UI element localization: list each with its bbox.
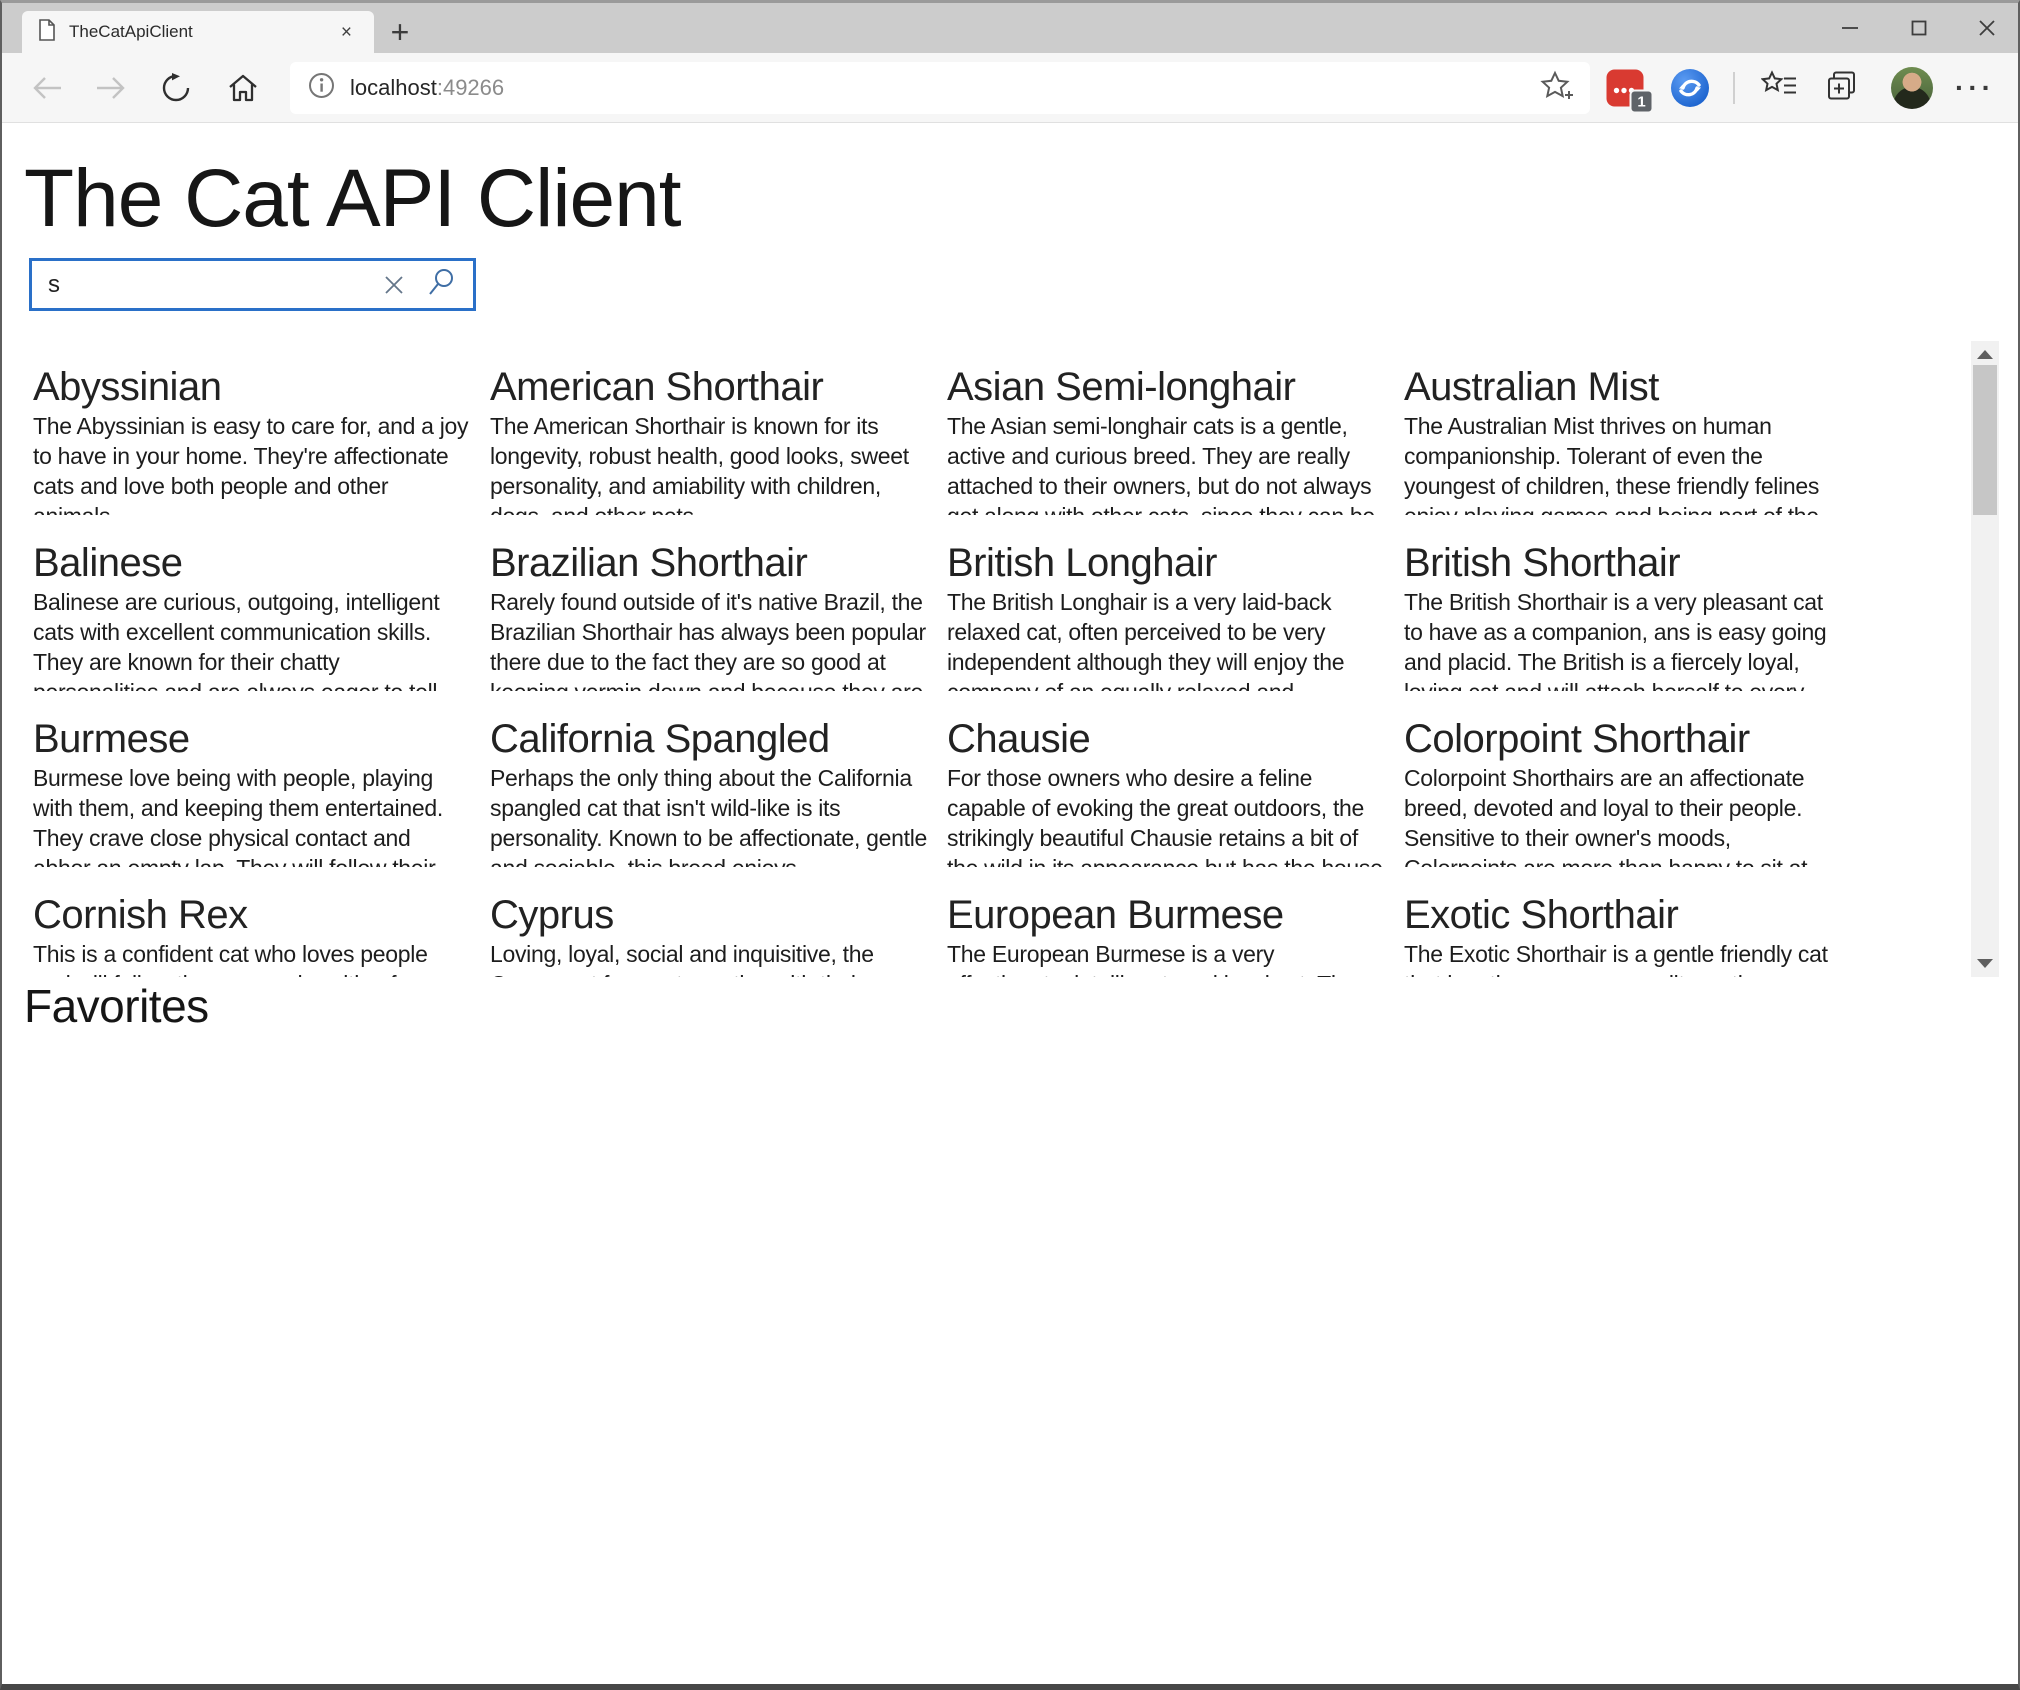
- url-text: localhost:49266: [350, 75, 1540, 101]
- tab-close-icon[interactable]: ×: [335, 21, 358, 44]
- breeds-panel: Abyssinian The Abyssinian is easy to car…: [33, 365, 1843, 977]
- breed-name: Abyssinian: [33, 365, 470, 409]
- breed-card[interactable]: Chausie For those owners who desire a fe…: [947, 717, 1384, 867]
- breed-description: The British Shorthair is a very pleasant…: [1404, 587, 1841, 691]
- window-close-icon: [1978, 19, 1996, 37]
- breed-name: Cyprus: [490, 893, 927, 937]
- browser-toolbar: localhost:49266 1 ···: [2, 53, 2018, 123]
- breed-description: For those owners who desire a feline cap…: [947, 763, 1384, 867]
- favorites-heading: Favorites: [24, 979, 209, 1033]
- breed-name: Australian Mist: [1404, 365, 1841, 409]
- breed-name: Burmese: [33, 717, 470, 761]
- breed-description: The Asian semi-longhair cats is a gentle…: [947, 411, 1384, 515]
- breed-description: The American Shorthair is known for its …: [490, 411, 927, 515]
- home-button[interactable]: [227, 72, 259, 104]
- breed-name: Exotic Shorthair: [1404, 893, 1841, 937]
- scroll-down-arrow-icon[interactable]: [1977, 959, 1993, 968]
- breed-description: Colorpoint Shorthairs are an affectionat…: [1404, 763, 1841, 867]
- minimize-icon: [1841, 19, 1859, 37]
- toolbar-separator: [1733, 72, 1735, 104]
- breed-name: British Shorthair: [1404, 541, 1841, 585]
- tab-title: TheCatApiClient: [69, 22, 322, 42]
- breed-name: American Shorthair: [490, 365, 927, 409]
- breeds-grid: Abyssinian The Abyssinian is easy to car…: [33, 365, 1843, 977]
- refresh-button[interactable]: [160, 72, 192, 104]
- breed-description: Balinese are curious, outgoing, intellig…: [33, 587, 470, 691]
- breed-card[interactable]: California Spangled Perhaps the only thi…: [490, 717, 927, 867]
- breed-description: The Abyssinian is easy to care for, and …: [33, 411, 470, 515]
- sync-extension-icon[interactable]: [1671, 69, 1709, 107]
- breed-card[interactable]: Balinese Balinese are curious, outgoing,…: [33, 541, 470, 691]
- extension-badge: 1: [1630, 90, 1654, 114]
- breed-description: Rarely found outside of it's native Braz…: [490, 587, 927, 691]
- clear-x-icon: [383, 274, 405, 296]
- breed-description: The Exotic Shorthair is a gentle friendl…: [1404, 939, 1841, 977]
- window-close-button[interactable]: [1957, 3, 2017, 53]
- breed-name: Cornish Rex: [33, 893, 470, 937]
- back-button[interactable]: [31, 74, 63, 102]
- breed-description: This is a confident cat who loves people…: [33, 939, 470, 977]
- maximize-icon: [1910, 19, 1928, 37]
- forward-arrow-icon: [95, 74, 127, 102]
- breed-name: California Spangled: [490, 717, 927, 761]
- forward-button[interactable]: [95, 74, 127, 102]
- breed-card[interactable]: Burmese Burmese love being with people, …: [33, 717, 470, 867]
- address-bar[interactable]: localhost:49266: [290, 62, 1590, 114]
- breed-card[interactable]: European Burmese The European Burmese is…: [947, 893, 1384, 977]
- new-tab-button[interactable]: +: [380, 13, 420, 51]
- breed-card[interactable]: Cornish Rex This is a confident cat who …: [33, 893, 470, 977]
- breed-name: European Burmese: [947, 893, 1384, 937]
- add-favorite-star-icon[interactable]: [1540, 70, 1574, 107]
- breed-card[interactable]: American Shorthair The American Shorthai…: [490, 365, 927, 515]
- breed-description: Burmese love being with people, playing …: [33, 763, 470, 867]
- breed-name: British Longhair: [947, 541, 1384, 585]
- breed-card[interactable]: Colorpoint Shorthair Colorpoint Shorthai…: [1404, 717, 1841, 867]
- breed-description: Perhaps the only thing about the Califor…: [490, 763, 927, 867]
- breed-card[interactable]: Exotic Shorthair The Exotic Shorthair is…: [1404, 893, 1841, 977]
- breed-card[interactable]: British Longhair The British Longhair is…: [947, 541, 1384, 691]
- breed-name: Asian Semi-longhair: [947, 365, 1384, 409]
- page-content: The Cat API Client Abyssinian The Abyssi…: [2, 124, 2018, 1684]
- browser-window: TheCatApiClient × + l: [0, 0, 2020, 1690]
- window-maximize-button[interactable]: [1889, 3, 1949, 53]
- search-clear-button[interactable]: [383, 274, 405, 296]
- password-extension-icon[interactable]: 1: [1607, 70, 1644, 107]
- breed-name: Colorpoint Shorthair: [1404, 717, 1841, 761]
- home-icon: [227, 72, 259, 104]
- url-port: :49266: [437, 75, 504, 100]
- tab-strip: TheCatApiClient × +: [2, 3, 2018, 53]
- breed-card[interactable]: Cyprus Loving, loyal, social and inquisi…: [490, 893, 927, 977]
- breed-description: Loving, loyal, social and inquisitive, t…: [490, 939, 927, 977]
- favorites-hub-icon[interactable]: [1761, 71, 1797, 106]
- breed-description: The European Burmese is a very affection…: [947, 939, 1384, 977]
- breed-card[interactable]: Australian Mist The Australian Mist thri…: [1404, 365, 1841, 515]
- page-title: The Cat API Client: [24, 152, 681, 246]
- breed-card[interactable]: Brazilian Shorthair Rarely found outside…: [490, 541, 927, 691]
- window-minimize-button[interactable]: [1820, 3, 1880, 53]
- breeds-scrollbar[interactable]: [1971, 341, 1999, 977]
- url-host: localhost: [350, 75, 437, 100]
- scrollbar-thumb[interactable]: [1973, 365, 1997, 515]
- breed-name: Brazilian Shorthair: [490, 541, 927, 585]
- breed-description: The Australian Mist thrives on human com…: [1404, 411, 1841, 515]
- scroll-up-arrow-icon[interactable]: [1977, 350, 1993, 359]
- back-arrow-icon: [31, 74, 63, 102]
- settings-menu-button[interactable]: ···: [1955, 72, 1995, 104]
- refresh-icon: [160, 72, 192, 104]
- search-input[interactable]: [32, 261, 383, 308]
- site-info-icon[interactable]: [308, 72, 335, 104]
- search-box: [29, 258, 476, 311]
- breed-card[interactable]: Asian Semi-longhair The Asian semi-longh…: [947, 365, 1384, 515]
- search-icon: [427, 267, 457, 297]
- tab-thecatapiclient[interactable]: TheCatApiClient ×: [22, 11, 374, 53]
- breed-card[interactable]: Abyssinian The Abyssinian is easy to car…: [33, 365, 470, 515]
- page-favicon-icon: [38, 19, 56, 46]
- breed-name: Chausie: [947, 717, 1384, 761]
- breed-card[interactable]: British Shorthair The British Shorthair …: [1404, 541, 1841, 691]
- breed-name: Balinese: [33, 541, 470, 585]
- profile-avatar[interactable]: [1891, 67, 1933, 109]
- search-submit-button[interactable]: [427, 267, 457, 302]
- breed-description: The British Longhair is a very laid-back…: [947, 587, 1384, 691]
- collections-icon[interactable]: [1825, 70, 1859, 107]
